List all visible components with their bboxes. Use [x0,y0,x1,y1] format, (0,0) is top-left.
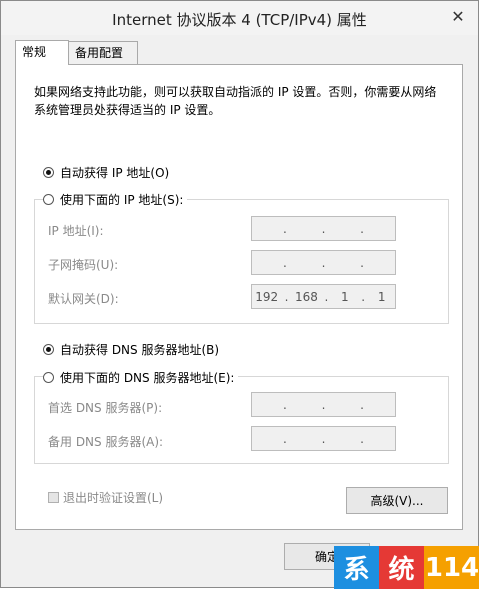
alternate-dns-field[interactable]: ... [251,426,396,451]
close-button[interactable]: ✕ [444,4,472,28]
watermark-logo: 系 统 114 [334,546,479,589]
general-panel: 如果网络支持此功能，则可以获取自动指派的 IP 设置。否则，你需要从网络系统管理… [15,64,463,530]
description-text: 如果网络支持此功能，则可以获取自动指派的 IP 设置。否则，你需要从网络系统管理… [34,85,437,117]
octet: 1 [340,289,349,304]
validate-settings-label: 退出时验证设置(L) [63,491,164,505]
radio-manual-ip-indicator[interactable] [43,194,54,205]
octet: 1 [377,289,386,304]
default-gateway-label: 默认网关(D): [48,292,119,306]
ip-address-label: IP 地址(I): [48,224,104,238]
radio-manual-ip[interactable]: 使用下面的 IP 地址(S): [43,191,188,208]
octet: 168 [295,289,318,304]
subnet-mask-field[interactable]: ... [251,250,396,275]
preferred-dns-field[interactable]: ... [251,392,396,417]
radio-manual-dns-indicator[interactable] [43,372,54,383]
radio-manual-dns-label: 使用下面的 DNS 服务器地址(E): [60,371,235,385]
radio-auto-ip-indicator[interactable] [43,167,54,178]
dialog-window: Internet 协议版本 4 (TCP/IPv4) 属性 ✕ 常规 备用配置 … [0,0,479,589]
watermark-char: 统 [379,546,424,589]
radio-auto-ip[interactable]: 自动获得 IP 地址(O) [43,164,174,181]
title-bar[interactable]: Internet 协议版本 4 (TCP/IPv4) 属性 ✕ [1,1,478,35]
validate-settings-checkbox[interactable]: 退出时验证设置(L) [48,489,163,506]
radio-auto-dns-label: 自动获得 DNS 服务器地址(B) [60,343,220,357]
watermark-char: 114 [424,546,479,589]
alternate-dns-label: 备用 DNS 服务器(A): [48,435,164,449]
default-gateway-field[interactable]: 192. 168. 1. 1 [251,284,396,309]
tab-general[interactable]: 常规 [15,40,69,65]
radio-auto-dns-indicator[interactable] [43,344,54,355]
radio-auto-dns[interactable]: 自动获得 DNS 服务器地址(B) [43,341,224,358]
tab-alternate-config[interactable]: 备用配置 [68,41,138,64]
radio-manual-ip-label: 使用下面的 IP 地址(S): [60,193,184,207]
window-title: Internet 协议版本 4 (TCP/IPv4) 属性 [112,11,367,29]
octet: 192 [255,289,279,304]
watermark-char: 系 [334,546,379,589]
close-icon: ✕ [451,6,465,26]
radio-auto-ip-label: 自动获得 IP 地址(O) [60,166,170,180]
subnet-mask-label: 子网掩码(U): [48,258,119,272]
validate-settings-box[interactable] [48,492,59,503]
preferred-dns-label: 首选 DNS 服务器(P): [48,401,163,415]
radio-manual-dns[interactable]: 使用下面的 DNS 服务器地址(E): [43,369,239,386]
ip-address-field[interactable]: ... [251,216,396,241]
advanced-button[interactable]: 高级(V)... [346,487,448,514]
